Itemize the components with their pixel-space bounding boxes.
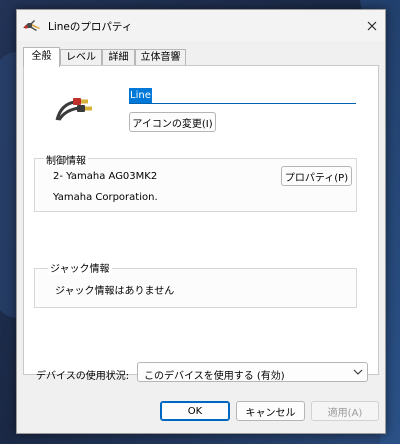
- tab-advanced[interactable]: 詳細: [102, 49, 135, 66]
- tab-general[interactable]: 全般: [23, 47, 60, 67]
- device-usage-label: デバイスの使用状況:: [36, 371, 130, 382]
- device-name-field[interactable]: Line: [129, 88, 356, 104]
- manufacturer-text: Yamaha Corporation.: [53, 192, 158, 203]
- tab-spatial-sound[interactable]: 立体音響: [135, 49, 186, 66]
- device-name-text: Line: [129, 88, 152, 103]
- apply-button[interactable]: 適用(A): [311, 401, 379, 421]
- close-button[interactable]: [363, 18, 381, 34]
- title-bar: Lineのプロパティ: [17, 10, 385, 41]
- cancel-button[interactable]: キャンセル: [236, 401, 305, 421]
- device-usage-value: このデバイスを使用する (有効): [144, 371, 285, 382]
- rca-cable-icon: [55, 98, 92, 121]
- controller-info-title: 制御情報: [44, 152, 88, 167]
- change-icon-button[interactable]: アイコンの変更(I): [129, 112, 216, 132]
- device-usage-select[interactable]: このデバイスを使用する (有効): [137, 362, 368, 382]
- jack-info-title: ジャック情報: [48, 260, 112, 275]
- general-tab-panel: Line アイコンの変更(I) 制御情報 2- Yamaha AG03MK2 Y…: [23, 65, 379, 375]
- tab-levels[interactable]: レベル: [60, 49, 102, 66]
- device-model-text: 2- Yamaha AG03MK2: [53, 171, 158, 182]
- properties-dialog: Lineのプロパティ 全般 レベル 詳細 立体音響 Line アイコンの変更(I…: [16, 9, 386, 434]
- speaker-line-icon: [23, 20, 40, 31]
- jack-info-message: ジャック情報はありません: [55, 286, 175, 297]
- close-icon: [367, 21, 377, 31]
- window-title: Lineのプロパティ: [48, 21, 133, 33]
- controller-properties-button[interactable]: プロパティ(P): [281, 166, 352, 186]
- ok-button[interactable]: OK: [160, 401, 230, 421]
- chevron-down-icon: [353, 369, 363, 375]
